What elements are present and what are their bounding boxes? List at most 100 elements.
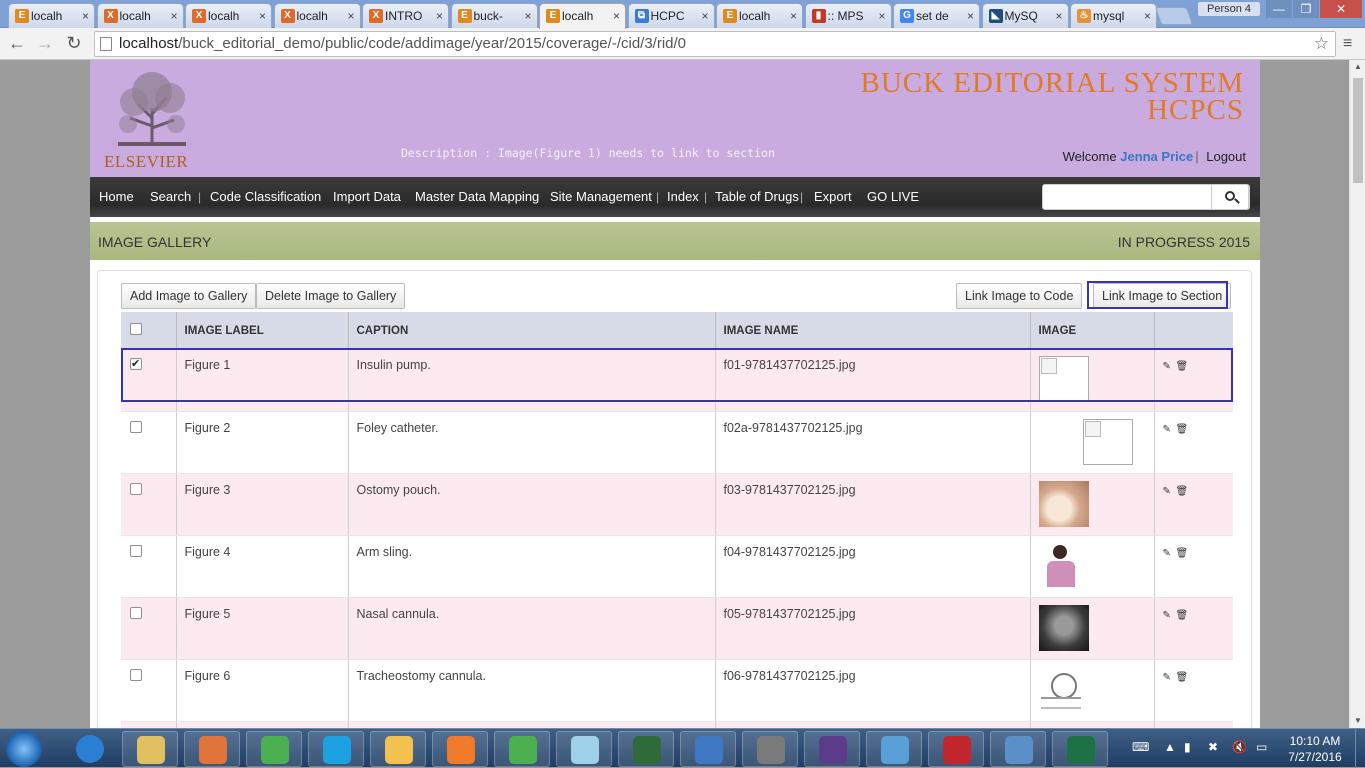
image-thumbnail[interactable]	[1038, 604, 1089, 651]
tab-close-icon[interactable]: ×	[82, 4, 89, 28]
media-icon[interactable]	[184, 731, 240, 767]
tab-close-icon[interactable]: ×	[259, 4, 266, 28]
nav-index[interactable]: Index	[667, 189, 699, 204]
tab-close-icon[interactable]: ×	[1144, 4, 1151, 28]
browser-tab[interactable]: Xlocalh ×	[273, 3, 361, 28]
image-thumbnail[interactable]	[1038, 666, 1089, 713]
nav-table-of-drugs[interactable]: Table of Drugs	[715, 189, 799, 204]
new-tab-button[interactable]	[1154, 7, 1194, 25]
security-icon[interactable]	[742, 731, 798, 767]
row-checkbox[interactable]	[130, 482, 142, 495]
tab-close-icon[interactable]: ×	[701, 4, 708, 28]
mysql-icon[interactable]	[990, 731, 1046, 767]
page-scrollbar[interactable]: ▲ ▼	[1349, 60, 1365, 728]
java-ee-icon[interactable]	[804, 731, 860, 767]
image-thumbnail[interactable]	[1082, 418, 1133, 465]
image-thumbnail[interactable]	[1038, 356, 1089, 402]
minimize-button[interactable]: —	[1266, 0, 1292, 18]
forward-icon[interactable]: →	[34, 32, 56, 54]
chrome-icon[interactable]	[494, 731, 550, 767]
skype-icon[interactable]	[308, 731, 364, 767]
browser-menu-icon[interactable]: ≡	[1343, 35, 1352, 53]
nav-search[interactable]: Search	[150, 189, 191, 204]
browser-tab[interactable]: ♨ mysql ×	[1070, 3, 1157, 28]
tab-close-icon[interactable]: ×	[790, 4, 797, 28]
nav-code-classification[interactable]: Code Classification	[210, 189, 321, 204]
clock[interactable]: 10:10 AM 7/27/2016	[1280, 733, 1350, 765]
edit-icon[interactable]: ✎	[1163, 424, 1174, 435]
edit-icon[interactable]: ✎	[1163, 361, 1174, 372]
edit-icon[interactable]: ✎	[1163, 486, 1174, 497]
image-thumbnail[interactable]	[1038, 480, 1089, 527]
browser-tab[interactable]: Xlocalh ×	[96, 3, 184, 28]
trash-icon[interactable]: 🗑	[1176, 610, 1189, 621]
edit-icon[interactable]: ✎	[1163, 672, 1174, 683]
tab-close-icon[interactable]: ×	[347, 4, 354, 28]
scroll-down-icon[interactable]: ▼	[1350, 714, 1365, 728]
image-thumbnail[interactable]	[1038, 542, 1089, 589]
bookmark-star-icon[interactable]: ☆	[1314, 32, 1329, 56]
xampp-icon[interactable]	[432, 731, 488, 767]
volume-icon[interactable]: 🔇	[1232, 740, 1247, 754]
reload-icon[interactable]: ↻	[63, 32, 85, 54]
tab-close-icon[interactable]: ×	[1055, 4, 1062, 28]
filezilla-icon[interactable]	[928, 731, 984, 767]
tab-close-icon[interactable]: ×	[170, 4, 177, 28]
notepad-icon[interactable]	[556, 731, 612, 767]
browser-tab[interactable]: ▮:: MPS ×	[804, 3, 892, 28]
explorer-icon[interactable]	[122, 731, 178, 767]
nav-home[interactable]: Home	[99, 189, 134, 204]
tab-close-icon[interactable]: ×	[878, 4, 885, 28]
browser-tab[interactable]: ◣ MySQ ×	[981, 3, 1069, 28]
profile-button[interactable]: Person 4	[1198, 2, 1260, 16]
virtualbox-icon[interactable]	[680, 731, 736, 767]
back-icon[interactable]: ←	[6, 32, 28, 54]
browser-tab[interactable]: Elocalh ×	[716, 3, 803, 28]
user-name-link[interactable]: Jenna Price	[1120, 149, 1193, 164]
terminal-icon[interactable]	[618, 731, 674, 767]
url-field[interactable]: localhost/buck_editorial_demo/public/cod…	[94, 31, 1336, 57]
trash-icon[interactable]: 🗑	[1176, 361, 1189, 372]
tab-close-icon[interactable]: ×	[613, 4, 620, 28]
row-checkbox[interactable]	[130, 606, 142, 619]
nav-go-live[interactable]: GO LIVE	[867, 189, 919, 204]
trash-icon[interactable]: 🗑	[1176, 548, 1189, 559]
nav-master-data-mapping[interactable]: Master Data Mapping	[415, 189, 539, 204]
browser-tab[interactable]: Elocalh ×	[539, 3, 626, 29]
start-button[interactable]	[6, 731, 42, 767]
row-checkbox[interactable]	[130, 357, 142, 370]
maximize-button[interactable]: ❐	[1293, 0, 1319, 18]
row-checkbox[interactable]	[130, 544, 142, 557]
row-checkbox[interactable]	[130, 420, 142, 433]
trash-icon[interactable]: 🗑	[1176, 672, 1189, 683]
logout-link[interactable]: Logout	[1206, 149, 1246, 164]
chrome-icon[interactable]	[246, 731, 302, 767]
add-image-button[interactable]: Add Image to Gallery	[121, 283, 257, 309]
browser-tab[interactable]: Ebuck- ×	[450, 3, 538, 28]
browser-tab[interactable]: Xlocalh ×	[185, 3, 272, 28]
trash-icon[interactable]: 🗑	[1176, 424, 1189, 435]
signal-icon[interactable]: ▮	[1184, 740, 1191, 754]
search-input[interactable]	[1042, 184, 1250, 210]
link-image-to-code-button[interactable]: Link Image to Code	[956, 283, 1083, 309]
tab-close-icon[interactable]: ×	[967, 4, 974, 28]
row-checkbox[interactable]	[130, 668, 142, 681]
nav-export[interactable]: Export	[814, 189, 852, 204]
edit-icon[interactable]: ✎	[1163, 548, 1174, 559]
ie-icon[interactable]	[62, 731, 114, 767]
keyboard-icon[interactable]: ⌨	[1132, 740, 1149, 754]
browser-tab[interactable]: Gset de ×	[893, 3, 980, 28]
trash-icon[interactable]: 🗑	[1176, 486, 1189, 497]
tab-close-icon[interactable]: ×	[436, 4, 443, 28]
nav-site-management[interactable]: Site Management	[550, 189, 652, 204]
scroll-thumb[interactable]	[1353, 78, 1363, 183]
delete-image-button[interactable]: Delete Image to Gallery	[256, 283, 406, 309]
outlook-icon[interactable]	[370, 731, 426, 767]
select-all-checkbox[interactable]	[130, 323, 142, 335]
browser-tab[interactable]: ⧉ HCPC ×	[627, 3, 715, 28]
edit-icon[interactable]: ✎	[1163, 610, 1174, 621]
scroll-up-icon[interactable]: ▲	[1350, 60, 1365, 74]
search-button[interactable]	[1211, 184, 1249, 210]
excel-icon[interactable]	[1052, 731, 1108, 767]
show-desktop-button[interactable]	[1355, 729, 1365, 768]
